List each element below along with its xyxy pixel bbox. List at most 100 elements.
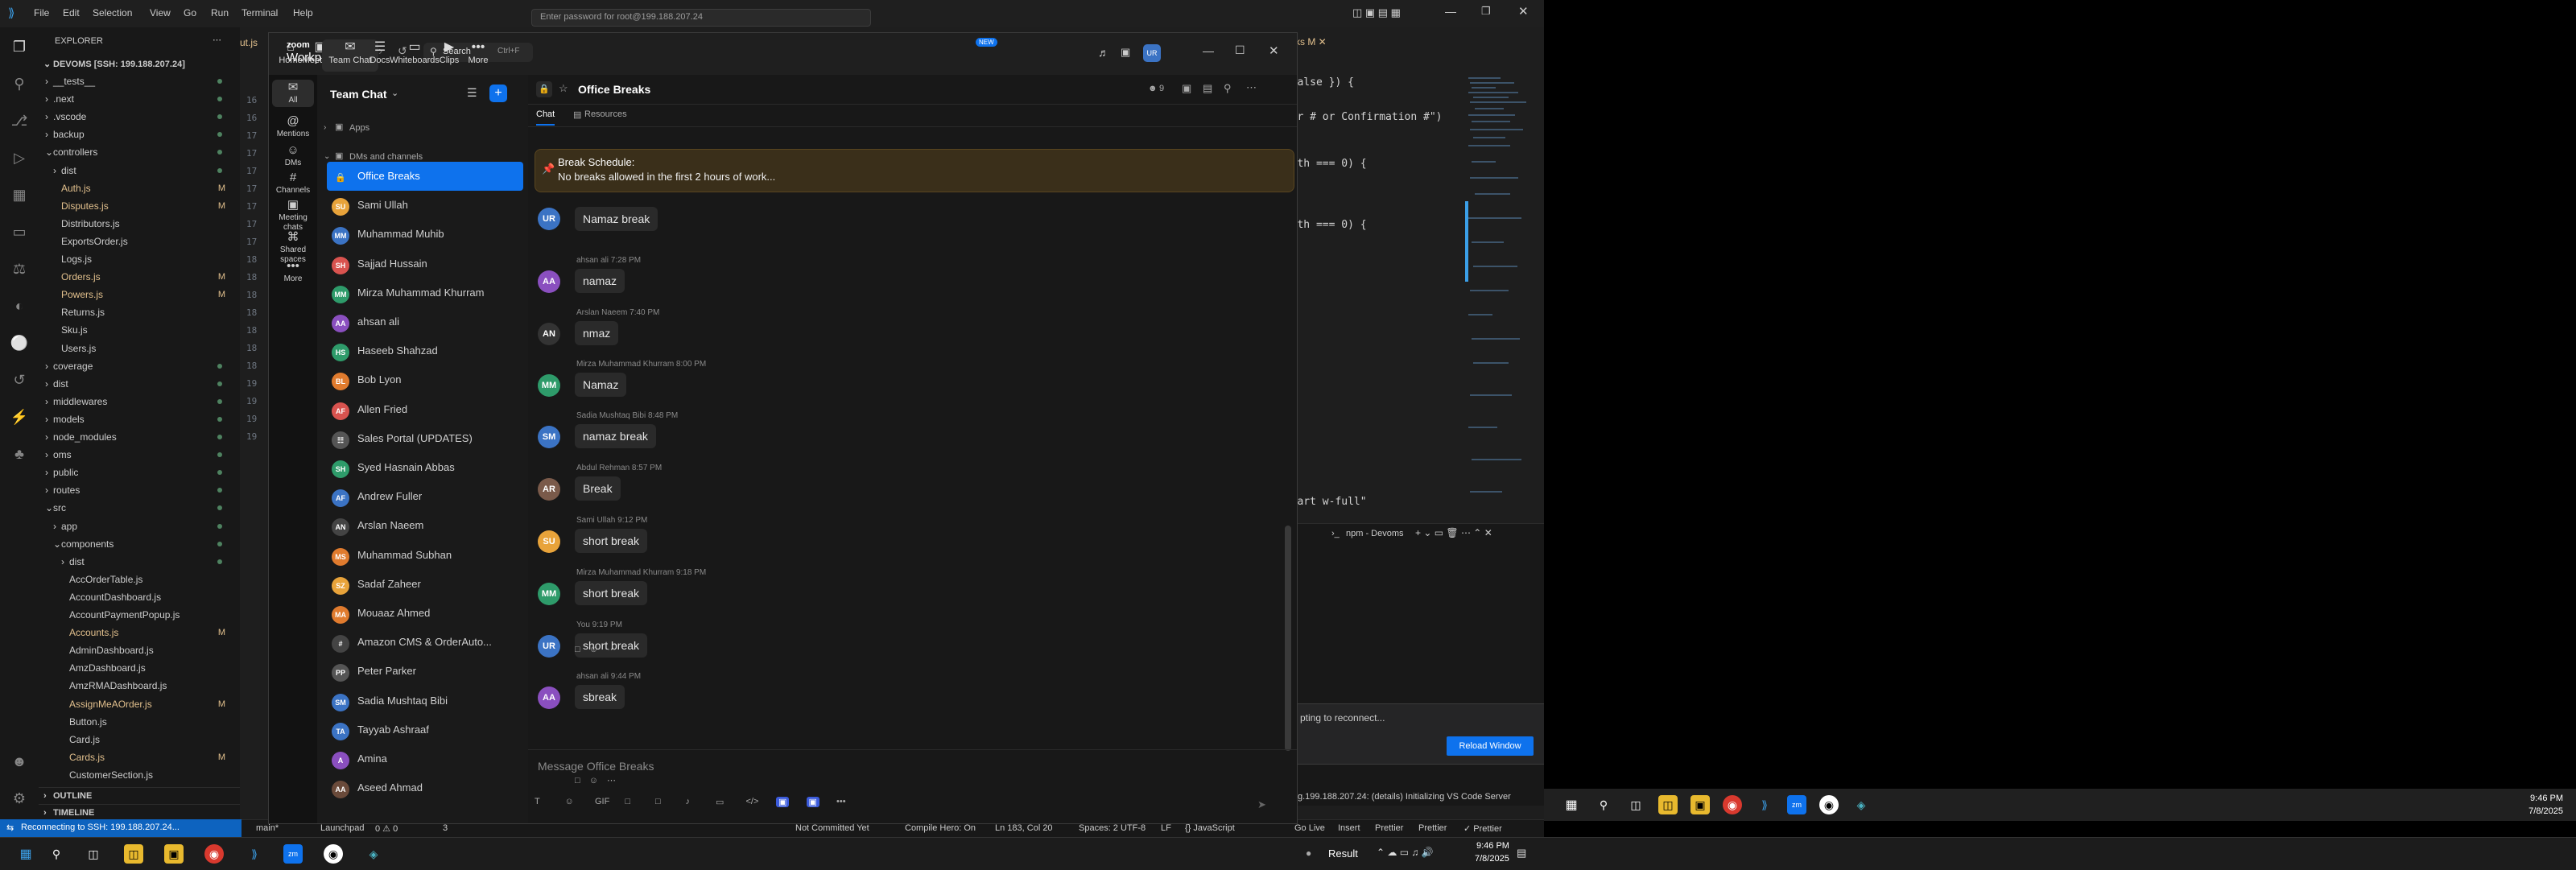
menu-selection[interactable]: Selection	[93, 7, 132, 19]
file-explorer-icon[interactable]: ◫	[1658, 795, 1678, 814]
status-spaces[interactable]: Spaces: 2	[1079, 823, 1118, 833]
more-actions-icon[interactable]: ⋯	[607, 645, 616, 654]
gitlens-icon[interactable]: ⚪	[10, 333, 29, 353]
composer-tool-icon[interactable]: ▭	[716, 797, 724, 807]
chat-list-item[interactable]: SH Sajjad Hussain	[327, 249, 523, 278]
status-compile[interactable]: Compile Hero: On	[905, 823, 976, 833]
message-avatar[interactable]: UR	[538, 208, 560, 230]
menu-view[interactable]: View	[150, 7, 171, 19]
app-taskbar-icon[interactable]: ◉	[1819, 795, 1839, 814]
message-avatar[interactable]: AA	[538, 687, 560, 709]
windows-taskview-icon[interactable]: ◫	[84, 844, 103, 864]
message-avatar[interactable]: UR	[538, 635, 560, 658]
tree-item[interactable]: › coverage	[39, 357, 240, 375]
chat-list-item[interactable]: MM Mirza Muhammad Khurram	[327, 278, 523, 307]
chat-list-item[interactable]: AF Andrew Fuller	[327, 482, 523, 511]
apps-chevron-icon[interactable]: ›	[324, 123, 326, 132]
chat-list-item[interactable]: ☷ Sales Portal (UPDATES)	[327, 424, 523, 453]
tree-item[interactable]: AdminDashboard.js	[39, 641, 240, 659]
tab-chat[interactable]: Chat	[536, 109, 555, 126]
tree-item[interactable]: Logs.js	[39, 250, 240, 268]
chat-list-item[interactable]: AA ahsan ali	[327, 307, 523, 336]
composer-tool-icon[interactable]: ▣	[806, 797, 819, 807]
chat-list-item[interactable]: MM Muhammad Muhib	[327, 220, 523, 249]
tree-item[interactable]: Accounts.js M	[39, 624, 240, 641]
tree-item[interactable]: Disputes.js M	[39, 197, 240, 215]
message-scrollbar[interactable]	[1285, 526, 1291, 751]
message-bubble[interactable]: short break	[575, 529, 648, 553]
send-icon[interactable]: ➤	[1257, 798, 1266, 811]
chat-list-item[interactable]: SH Syed Hasnain Abbas	[327, 453, 523, 482]
rail-all[interactable]: ✉ All	[272, 80, 314, 107]
app2-taskbar-icon[interactable]: ◈	[1852, 795, 1871, 814]
zoom-close-icon[interactable]: ✕	[1269, 43, 1279, 58]
member-count[interactable]: 9	[1159, 84, 1164, 93]
menu-help[interactable]: Help	[293, 7, 313, 19]
message-avatar[interactable]: SU	[538, 530, 560, 553]
chat-list-item[interactable]: SM Sadia Mushtaq Bibi	[327, 687, 523, 715]
message-avatar[interactable]: AA	[538, 270, 560, 293]
tree-item[interactable]: Distributors.js	[39, 215, 240, 233]
tree-item[interactable]: ⌄ src	[39, 499, 240, 517]
tree-item[interactable]: Cards.js M	[39, 748, 240, 766]
members-icon[interactable]: ☻	[1148, 84, 1158, 93]
tree-item[interactable]: › node_modules	[39, 428, 240, 446]
status-position[interactable]: Ln 183, Col 20	[995, 823, 1053, 833]
chrome-icon[interactable]: ◉	[1723, 795, 1742, 814]
tree-item[interactable]: Auth.js M	[39, 179, 240, 197]
tree-item[interactable]: › routes	[39, 481, 240, 499]
message-bubble[interactable]: Namaz break	[575, 207, 658, 231]
rail-channels[interactable]: # Channels	[272, 170, 314, 197]
chat-list-item[interactable]: MA Mouaaz Ahmed	[327, 599, 523, 628]
status-insert[interactable]: Insert	[1338, 823, 1360, 833]
zoom-maximize-icon[interactable]: ☐	[1235, 43, 1245, 57]
message-avatar[interactable]: AR	[538, 478, 560, 501]
zoom-taskbar-icon[interactable]: zm	[1787, 795, 1806, 814]
chat-list-title[interactable]: Team Chat	[330, 88, 387, 101]
rail-shared-spaces[interactable]: ⌘ Shared spaces	[272, 229, 314, 264]
restore-icon[interactable]: ❐	[1481, 5, 1491, 18]
message-bubble[interactable]: Namaz	[575, 373, 627, 397]
layout-icon[interactable]: ◫ ▣ ▤ ▦	[1352, 6, 1401, 19]
emoji-reaction-icon[interactable]: ☺	[589, 645, 598, 654]
tree-item[interactable]: AccountDashboard.js	[39, 588, 240, 606]
tree-item[interactable]: AccountPaymentPopup.js	[39, 606, 240, 624]
tree-item[interactable]: AccOrderTable.js	[39, 571, 240, 588]
device-icon[interactable]: ▣	[1121, 46, 1130, 59]
chat-list-item[interactable]: AF Allen Fried	[327, 395, 523, 424]
close-icon[interactable]: ✕	[1518, 4, 1529, 19]
chat-list-item[interactable]: TA Tayyab Ashraaf	[327, 715, 523, 744]
task-view-icon[interactable]: ◫	[1626, 795, 1645, 814]
message-bubble[interactable]: short break	[575, 581, 648, 605]
composer-tool-icon[interactable]: ♪	[686, 797, 691, 806]
calendar-icon[interactable]: ▤	[1203, 82, 1212, 95]
live-share-icon[interactable]: ↺	[10, 370, 29, 390]
tree-item[interactable]: › .vscode	[39, 108, 240, 126]
channel-search-icon[interactable]: ⚲	[1224, 82, 1232, 95]
python-icon[interactable]: ♣	[10, 444, 29, 464]
tree-item[interactable]: Returns.js	[39, 303, 240, 321]
menu-edit[interactable]: Edit	[63, 7, 80, 19]
message-avatar[interactable]: MM	[538, 583, 560, 605]
section-label[interactable]: DMs and channels	[349, 152, 423, 162]
chat-list-item[interactable]: # Amazon CMS & OrderAuto...	[327, 628, 523, 657]
tree-item[interactable]: ExportsOrder.js	[39, 233, 240, 250]
chat-list-item[interactable]: SZ Sadaf Zaheer	[327, 570, 523, 599]
notifications-icon[interactable]: ♬	[1098, 46, 1109, 59]
editor-tab-right[interactable]: ks M ✕	[1294, 31, 1343, 53]
tree-item[interactable]: ⌄ components	[39, 535, 240, 553]
status-commit[interactable]: Not Committed Yet	[795, 823, 869, 833]
tree-item[interactable]: Button.js	[39, 713, 240, 731]
channel-name[interactable]: Office Breaks	[578, 83, 650, 96]
message-bubble[interactable]: namaz break	[575, 424, 656, 448]
chat-list-item[interactable]: HS Haseeb Shahzad	[327, 336, 523, 365]
minimize-icon[interactable]: —	[1445, 5, 1456, 18]
zoom-minimize-icon[interactable]: —	[1203, 44, 1214, 57]
tree-item[interactable]: › backup	[39, 126, 240, 143]
chat-list-item[interactable]: PP Peter Parker	[327, 657, 523, 686]
status-prettier-2[interactable]: Prettier	[1418, 823, 1447, 833]
message-avatar[interactable]: AN	[538, 323, 560, 345]
chat-list-item[interactable]: 🔒 Office Breaks	[327, 162, 523, 191]
remote-explorer-icon[interactable]: ▭	[10, 222, 29, 241]
app-main-taskbar-icon[interactable]: ◉	[324, 844, 343, 864]
